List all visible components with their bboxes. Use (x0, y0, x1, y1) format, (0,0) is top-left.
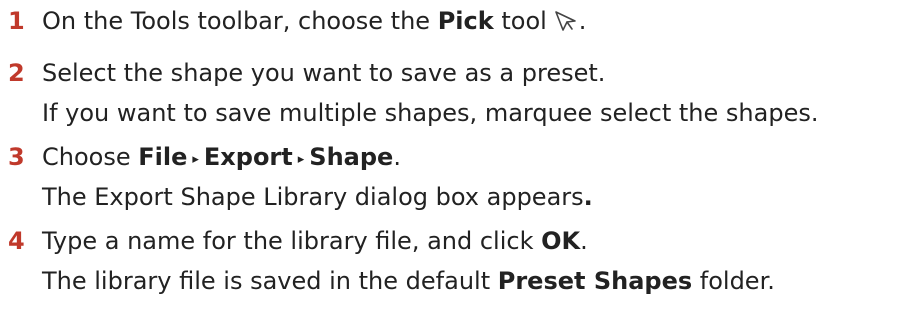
menu-export: Export (203, 143, 293, 171)
step-3-note-text: The Export Shape Library dialog box appe… (42, 183, 584, 211)
step-1-period: . (578, 7, 587, 35)
menu-shape: Shape (309, 143, 394, 171)
step-4-text-before: Type a name for the library file, and cl… (42, 227, 542, 255)
step-2-text: Select the shape you want to save as a p… (42, 59, 606, 87)
step-3-note: The Export Shape Library dialog box appe… (42, 182, 593, 212)
step-3-text: Choose File ▸ Export ▸ Shape. (42, 142, 401, 175)
step-3-period: . (393, 143, 401, 171)
pick-tool-arrow-icon (553, 9, 579, 40)
step-4-text: Type a name for the library file, and cl… (42, 226, 588, 256)
step-4-note-bold-preset-shapes: Preset Shapes (497, 267, 693, 295)
step-1-text-before: On the Tools toolbar, choose the (42, 7, 438, 35)
menu-file: File (138, 143, 188, 171)
step-4-number: 4 (8, 227, 25, 255)
step-4-note-after: folder. (692, 267, 775, 295)
menu-separator-icon: ▸ (297, 152, 305, 167)
menu-separator-icon: ▸ (192, 152, 199, 167)
step-4-note-before: The library file is saved in the default (42, 267, 498, 295)
step-1-text-after: tool (493, 7, 547, 35)
step-4-period: . (580, 227, 588, 255)
instruction-steps: 1 On the Tools toolbar, choose the Pick … (0, 0, 920, 331)
step-4-note: The library file is saved in the default… (42, 266, 775, 296)
step-2-note: If you want to save multiple shapes, mar… (42, 99, 819, 127)
step-2-number: 2 (8, 59, 25, 87)
step-3-note-period: . (583, 183, 593, 211)
step-3-text-before: Choose (42, 143, 139, 171)
step-1-text: On the Tools toolbar, choose the Pick to… (42, 6, 586, 40)
step-1-number: 1 (8, 7, 25, 35)
step-3-number: 3 (8, 143, 25, 171)
step-4-bold-ok: OK (541, 227, 581, 255)
step-1-bold-pick: Pick (437, 7, 494, 35)
